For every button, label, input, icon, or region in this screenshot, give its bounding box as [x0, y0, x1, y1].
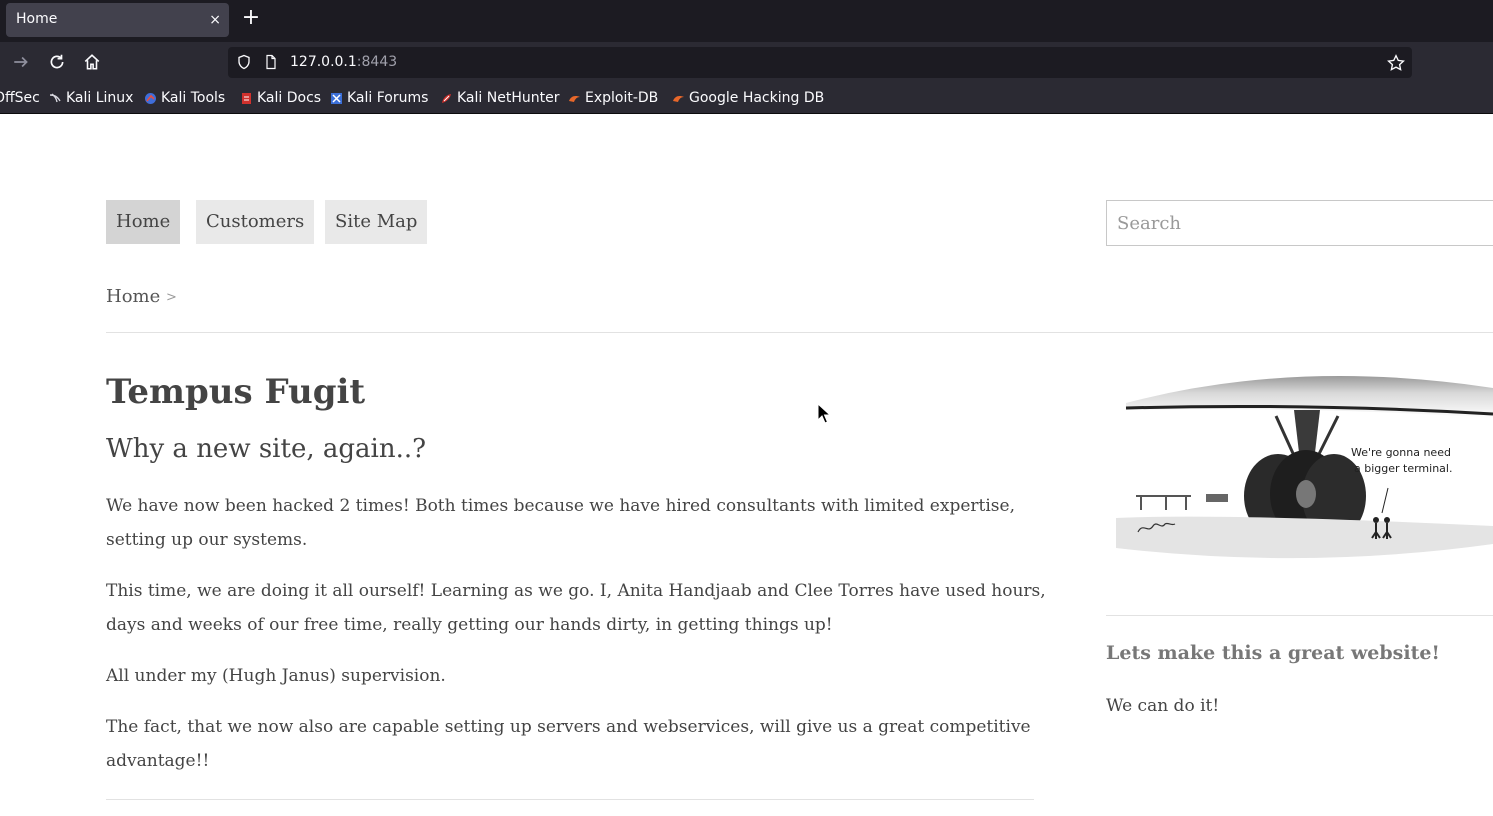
paragraph-3: All under my (Hugh Janus) supervision.	[106, 666, 446, 686]
navigation-toolbar: 127.0.0.1:8443	[0, 42, 1493, 82]
page-title: Tempus Fugit	[106, 372, 366, 412]
sidebar-text: We can do it!	[1106, 696, 1220, 716]
paragraph-4: The fact, that we now also are capable s…	[106, 717, 1031, 771]
divider	[1106, 615, 1493, 616]
kali-dragon-icon	[49, 92, 62, 105]
bookmark-label: Kali NetHunter	[457, 90, 560, 106]
sidebar-heading: Lets make this a great website!	[1106, 642, 1440, 664]
menu-item-site-map[interactable]: Site Map	[325, 200, 428, 244]
shield-icon[interactable]	[236, 54, 252, 70]
close-tab-icon[interactable]: ×	[209, 10, 221, 30]
bookmark-offsec[interactable]: OffSec	[0, 89, 40, 107]
bookmarks-toolbar: OffSec Kali Linux Kali Tools Kali Docs K…	[0, 82, 1493, 114]
home-icon[interactable]	[81, 51, 103, 73]
divider	[106, 332, 1493, 333]
bookmark-kali-tools[interactable]: Kali Tools	[144, 89, 225, 107]
bookmark-kali-forums[interactable]: Kali Forums	[330, 89, 428, 107]
ghdb-icon	[672, 92, 685, 105]
url-text[interactable]: 127.0.0.1:8443	[290, 54, 397, 70]
browser-tab[interactable]: Home ×	[6, 3, 229, 37]
bookmark-label: Kali Forums	[347, 90, 429, 106]
bookmark-kali-docs[interactable]: Kali Docs	[240, 89, 321, 107]
cartoon-caption-line2: a bigger terminal.	[1354, 462, 1452, 475]
breadcrumb-separator: >	[166, 290, 177, 305]
airplane-cartoon-image: We're gonna need a bigger terminal.	[1106, 348, 1493, 580]
mouse-cursor-icon	[817, 403, 831, 424]
forward-arrow-icon[interactable]	[10, 51, 32, 73]
breadcrumb-home[interactable]: Home	[106, 286, 160, 307]
divider	[106, 799, 1034, 800]
tab-title: Home	[16, 11, 58, 27]
page-subtitle: Why a new site, again..?	[106, 434, 427, 464]
bookmark-kali-linux[interactable]: Kali Linux	[49, 89, 133, 107]
menu-item-home[interactable]: Home	[106, 200, 181, 244]
bookmark-star-icon[interactable]	[1386, 53, 1406, 73]
url-port: :8443	[356, 54, 398, 70]
bookmark-google-hacking-db[interactable]: Google Hacking DB	[672, 89, 824, 107]
bookmark-exploit-db[interactable]: Exploit-DB	[568, 89, 658, 107]
exploit-db-icon	[568, 92, 581, 105]
cartoon-caption-line1: We're gonna need	[1351, 446, 1451, 459]
bookmark-label: Exploit-DB	[585, 90, 659, 106]
address-bar[interactable]: 127.0.0.1:8443	[228, 47, 1412, 78]
paragraph-2: This time, we are doing it all ourself! …	[106, 581, 1046, 635]
bookmark-label: OffSec	[0, 90, 40, 106]
reload-icon[interactable]	[46, 51, 68, 73]
paragraph-1: We have now been hacked 2 times! Both ti…	[106, 496, 1015, 550]
bookmark-label: Kali Docs	[257, 90, 322, 106]
kali-docs-icon	[240, 92, 253, 105]
url-host: 127.0.0.1	[290, 54, 357, 70]
bookmark-kali-nethunter[interactable]: Kali NetHunter	[440, 89, 559, 107]
web-page: Home Customers Site Map Home > Tempus Fu…	[0, 114, 1493, 816]
page-icon[interactable]	[263, 54, 279, 70]
new-tab-button[interactable]: +	[240, 7, 262, 30]
menu-item-customers[interactable]: Customers	[196, 200, 315, 244]
kali-nethunter-icon	[440, 92, 453, 105]
kali-forums-icon	[330, 92, 343, 105]
tab-strip: Home × +	[0, 0, 1493, 42]
kali-tools-icon	[144, 92, 157, 105]
bookmark-label: Kali Linux	[66, 90, 134, 106]
bookmark-label: Kali Tools	[161, 90, 226, 106]
bookmark-label: Google Hacking DB	[689, 90, 825, 106]
search-input[interactable]	[1106, 200, 1493, 246]
